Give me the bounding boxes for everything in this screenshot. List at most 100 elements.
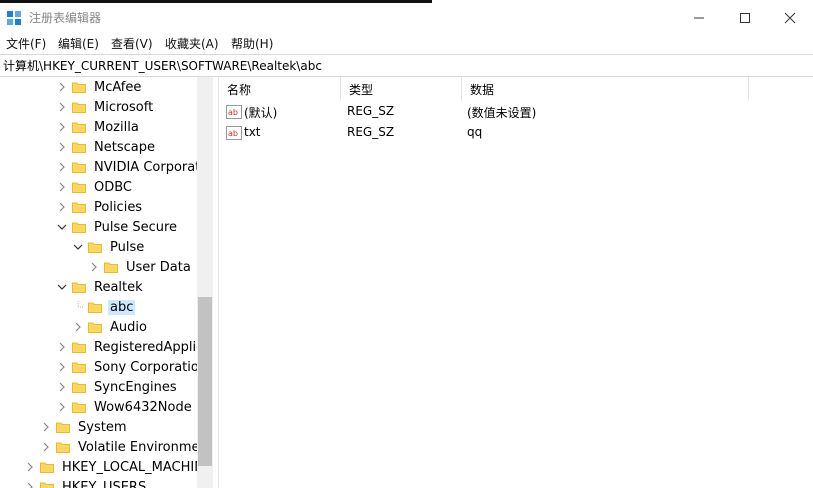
address-path[interactable]: 计算机\HKEY_CURRENT_USER\SOFTWARE\Realtek\a… [3,57,322,74]
minimize-button[interactable] [676,3,722,32]
tree-item-syncengines[interactable]: SyncEngines [56,377,179,397]
title-bar[interactable]: 注册表编辑器 [0,3,813,32]
tree-item-audio[interactable]: Audio [72,317,149,337]
tree-item-label: Pulse [110,239,145,255]
tree-item-pulse-secure[interactable]: Pulse Secure [56,217,179,237]
tree-item-mozilla[interactable]: Mozilla [56,117,141,137]
tree-item-label: Wow6432Node [94,399,192,415]
chevron-right-icon[interactable] [56,161,68,173]
chevron-right-icon[interactable] [56,121,68,133]
folder-icon [72,182,86,193]
folder-icon [88,322,102,333]
tree-item-odbc[interactable]: ODBC [56,177,134,197]
registry-tree[interactable]: McAfee Microsoft Mozilla Netscape NVIDIA Cor… [0,77,213,488]
string-value-icon: ab [226,126,242,140]
tree-item-pulse[interactable]: Pulse [72,237,146,257]
chevron-down-icon[interactable] [56,221,68,233]
folder-icon [72,382,86,393]
string-value-icon: ab [226,105,242,119]
folder-icon [40,462,54,473]
tree-item-label: System [78,419,127,435]
list-row[interactable]: ab (默认) REG_SZ (数值未设置) [219,102,813,122]
chevron-right-icon[interactable] [40,421,52,433]
tree-item-abc[interactable]: abc [72,297,136,317]
chevron-right-icon[interactable] [56,101,68,113]
column-header-data[interactable]: 数据 [462,77,749,101]
tree-item-label: Sony Corporation [94,359,208,375]
tree-item-sony-corporation[interactable]: Sony Corporation [56,357,209,377]
chevron-right-icon[interactable] [56,81,68,93]
tree-item-volatile-environment[interactable]: Volatile Environment [40,437,213,457]
chevron-right-icon[interactable] [56,141,68,153]
folder-icon [72,402,86,413]
tree-item-label: Volatile Environment [78,439,213,455]
chevron-down-icon[interactable] [72,241,84,253]
folder-icon [72,362,86,373]
menu-help[interactable]: 帮助(H) [231,35,273,52]
chevron-right-icon[interactable] [24,481,36,488]
chevron-right-icon[interactable] [56,181,68,193]
value-data: (数值未设置) [467,106,537,120]
tree-item-label: Netscape [94,139,155,155]
tree-item-system[interactable]: System [40,417,128,437]
tree-item-microsoft[interactable]: Microsoft [56,97,155,117]
folder-icon [72,122,86,133]
chevron-right-icon[interactable] [88,261,100,273]
folder-icon [72,222,86,233]
chevron-down-icon[interactable] [56,281,68,293]
maximize-button[interactable] [722,3,768,32]
tree-item-label: RegisteredApplica [94,339,212,355]
chevron-right-icon[interactable] [56,381,68,393]
tree-item-user-data[interactable]: User Data [88,257,193,277]
regedit-icon [7,11,21,25]
list-row[interactable]: ab txt REG_SZ qq [219,123,813,143]
tree-item-nvidia-corporatic[interactable]: NVIDIA Corporatic [56,157,213,177]
menu-edit[interactable]: 编辑(E) [58,35,99,52]
column-header-type[interactable]: 类型 [341,77,462,101]
chevron-right-icon[interactable] [72,321,84,333]
tree-item-policies[interactable]: Policies [56,197,144,217]
value-name: (默认) [244,106,278,120]
chevron-right-icon[interactable] [56,341,68,353]
tree-item-label: Realtek [94,279,143,295]
address-bar[interactable]: 计算机\HKEY_CURRENT_USER\SOFTWARE\Realtek\a… [0,54,813,77]
chevron-right-icon[interactable] [24,461,36,473]
chevron-right-icon[interactable] [56,201,68,213]
tree-item-wow6432node[interactable]: Wow6432Node [56,397,194,417]
menu-file[interactable]: 文件(F) [6,35,46,52]
tree-item-label: NVIDIA Corporatic [94,159,212,175]
folder-icon [104,262,118,273]
chevron-right-icon[interactable] [56,401,68,413]
tree-item-netscape[interactable]: Netscape [56,137,157,157]
tree-item-hkey-local-machine[interactable]: HKEY_LOCAL_MACHINE [24,457,213,477]
maximize-icon [740,12,750,23]
value-name: txt [244,125,261,139]
chevron-right-icon[interactable] [56,361,68,373]
chevron-right-icon[interactable] [40,441,52,453]
tree-item-label: SyncEngines [94,379,177,395]
tree-item-label: abc [108,299,136,315]
folder-icon [40,482,54,488]
menu-view[interactable]: 查看(V) [111,35,153,52]
window-title: 注册表编辑器 [29,11,102,25]
folder-icon [72,142,86,153]
value-data: qq [467,125,483,139]
tree-scrollbar-thumb[interactable] [198,297,212,466]
tree-item-realtek[interactable]: Realtek [56,277,145,297]
folder-icon [56,422,70,433]
tree-item-label: Pulse Secure [94,219,178,235]
tree-item-label: User Data [126,259,191,275]
tree-item-registeredapplica[interactable]: RegisteredApplica [56,337,213,357]
tree-item-label: Mozilla [94,119,139,135]
value-type: REG_SZ [347,125,395,139]
tree-item-label: Audio [110,319,147,335]
svg-text:ab: ab [228,129,238,138]
column-header-name[interactable]: 名称 [219,77,341,101]
tree-item-label: McAfee [94,79,142,95]
tree-item-hkey-users[interactable]: HKEY_USERS [24,477,148,488]
menu-bar: 文件(F) 编辑(E) 查看(V) 收藏夹(A) 帮助(H) [0,32,813,54]
close-button[interactable] [767,3,813,32]
menu-favorites[interactable]: 收藏夹(A) [165,35,219,52]
tree-item-mcafee[interactable]: McAfee [56,77,143,97]
folder-icon [88,242,102,253]
